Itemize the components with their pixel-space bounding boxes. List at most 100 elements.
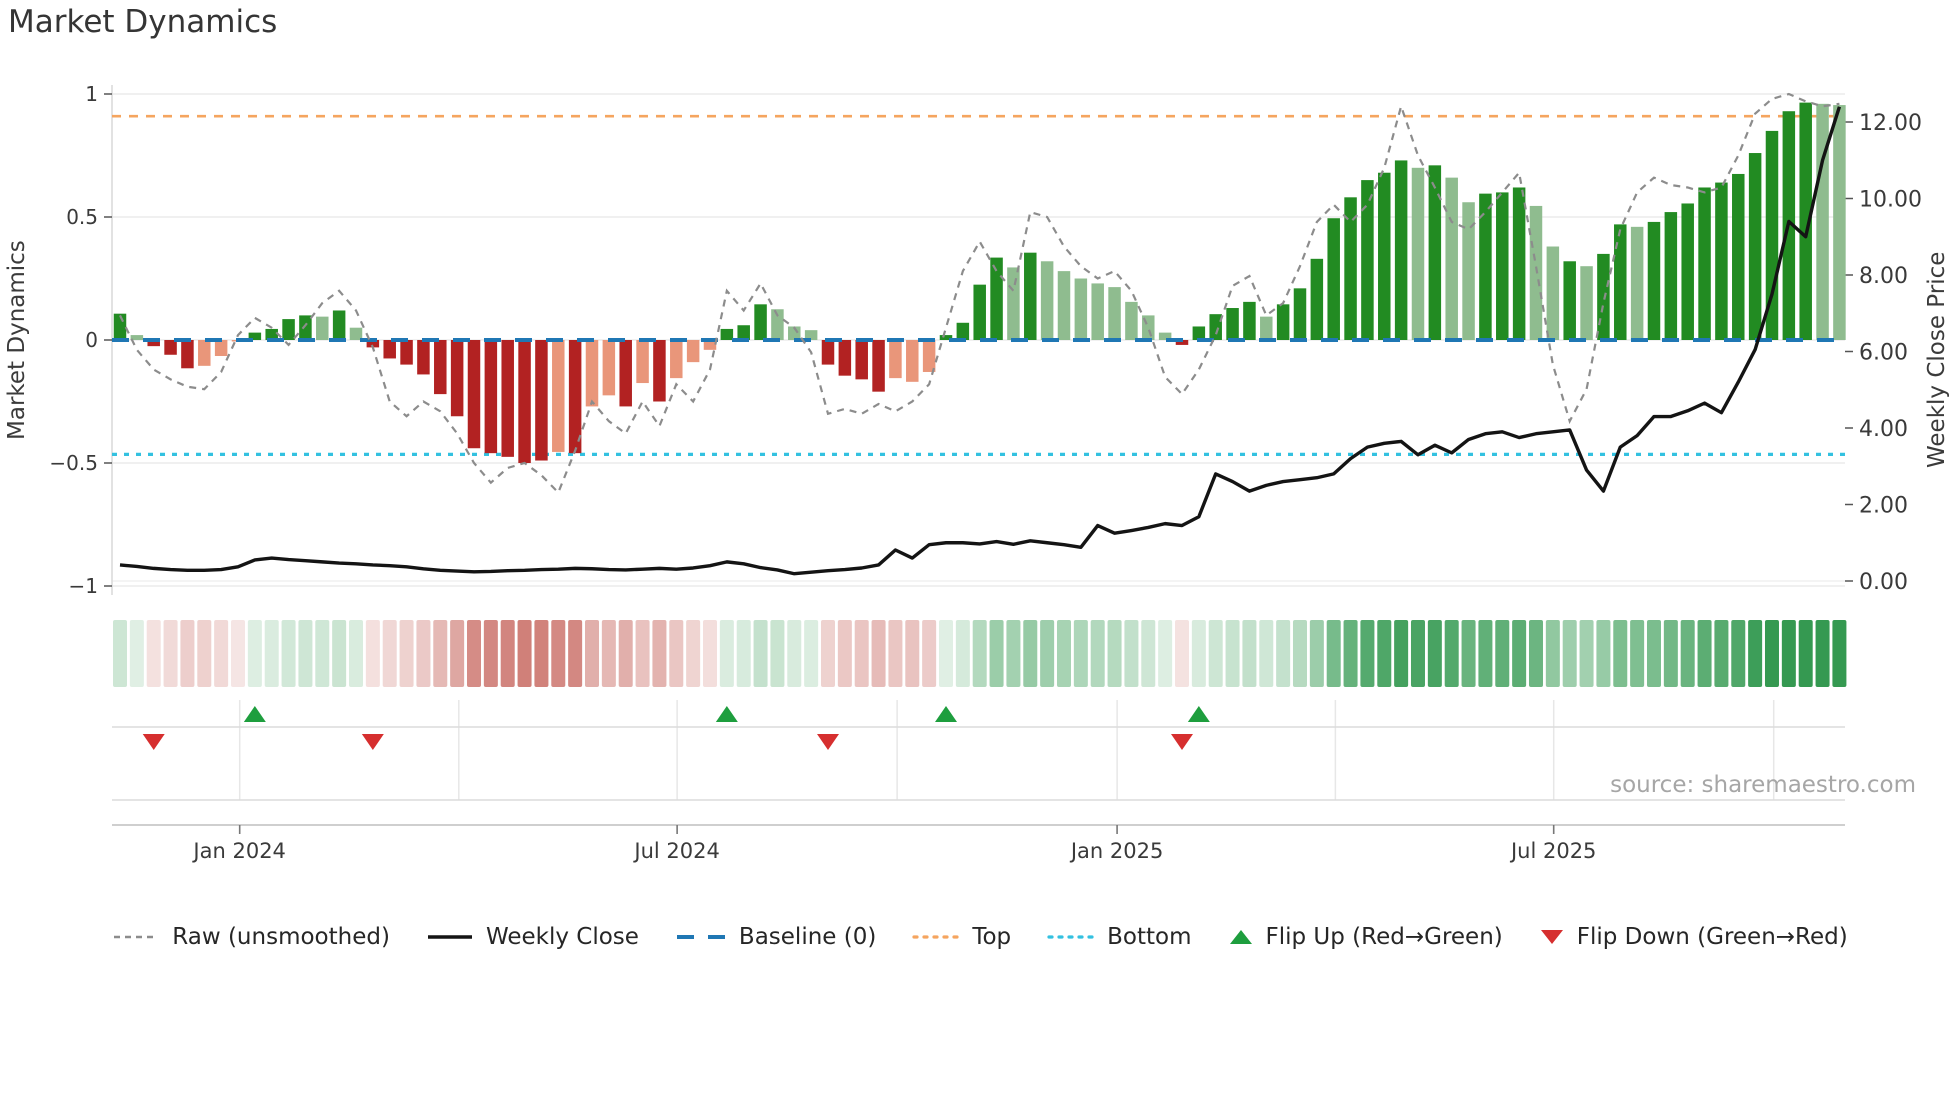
legend-label: Raw (unsmoothed) [172,924,390,950]
heatmap-cell [146,620,161,687]
indicator-bar [383,340,396,359]
heatmap-cell [1124,620,1139,687]
heatmap-cell [854,620,869,687]
legend-item-baseline: Baseline (0) [675,924,876,950]
dotted-line-icon [912,935,960,939]
heatmap-cell [1478,620,1493,687]
heatmap-cell [1832,620,1847,687]
heatmap-cell [348,620,363,687]
heatmap-cell [230,620,245,687]
indicator-bar [1040,261,1054,340]
heatmap-cell [281,620,296,687]
indicator-bar [198,340,211,366]
heatmap-cell [1326,620,1341,687]
indicator-bar [602,340,616,396]
indicator-bar [1108,287,1121,340]
heatmap-cell [1174,620,1189,687]
indicator-bar [619,340,632,407]
indicator-bar [1496,192,1509,340]
heatmap-cell [247,620,262,687]
heatmap-cell [1815,620,1830,687]
dashed-line-icon [114,935,159,939]
heatmap-cell [1107,620,1122,687]
legend-label: Baseline (0) [738,924,877,950]
indicator-bar [164,340,177,355]
flip-up-marker [243,706,266,722]
indicator-bar [636,340,649,384]
right-tick-label: 6.00 [1859,341,1908,366]
indicator-bar [1462,202,1475,340]
indicator-bar [1748,153,1762,340]
indicator-bar [1209,314,1222,340]
indicator-bar [889,340,902,379]
heatmap-cell [1158,620,1173,687]
heatmap-cell [1444,620,1459,687]
indicator-bar [214,340,228,356]
heatmap-cell [601,620,616,687]
heatmap-cell [1495,620,1510,687]
indicator-bar [956,322,970,340]
heatmap-cell [551,620,566,687]
legend-label: Top [972,924,1012,950]
heatmap-cell [1680,620,1695,687]
indicator-bar [1428,165,1442,340]
indicator-bar [1445,177,1458,340]
heatmap-cell [1292,620,1307,687]
indicator-bar [1630,226,1644,340]
heatmap-cell [1141,620,1156,687]
left-tick-label: −1 [69,574,98,598]
indicator-bar [501,340,514,457]
heatmap-cell [1208,620,1223,687]
flip-down-marker [816,734,839,750]
indicator-bar [332,310,346,340]
indicator-bar [1816,103,1829,340]
indicator-bar [585,340,599,407]
heatmap-cell [753,620,768,687]
heatmap-cell [1646,620,1661,687]
flip-down-marker [361,734,384,750]
heatmap-cell [1410,620,1425,687]
heatmap-cell [1394,620,1409,687]
heatmap-cell [483,620,498,687]
heatmap-cell [163,620,178,687]
heatmap-cell [1056,620,1071,687]
legend-label: Flip Down (Green→Red) [1576,924,1848,950]
heatmap-cell [922,620,937,687]
heatmap-cell [365,620,380,687]
indicator-bar [1226,308,1239,340]
indicator-bar [484,340,498,454]
indicator-bar [821,340,835,365]
indicator-bar [400,340,413,365]
indicator-bar [1546,246,1560,340]
heatmap-cell [399,620,414,687]
legend-label: Flip Up (Red→Green) [1265,924,1503,950]
source-credit: source: sharemaestro.com [1610,772,1916,798]
heatmap-cell [264,620,279,687]
triangle-up-icon [1229,930,1252,944]
indicator-bar [535,340,548,461]
indicator-bar [922,340,936,372]
legend-item-flip-down: Flip Down (Green→Red) [1539,924,1848,950]
right-tick-label: 4.00 [1859,417,1908,442]
heatmap-cell [635,620,650,687]
indicator-bar [1698,187,1711,340]
indicator-bar [1647,221,1661,340]
indicator-bar [1091,283,1104,340]
indicator-bar [1664,212,1678,340]
indicator-bar [1057,271,1071,340]
right-tick-label: 12.00 [1859,111,1922,136]
heatmap-cell [618,620,633,687]
legend: Raw (unsmoothed) Weekly Close Baseline (… [0,924,1960,950]
heatmap-cell [332,620,347,687]
heatmap-cell [1731,620,1746,687]
heatmap-cell [214,620,229,687]
heatmap-cell [702,620,717,687]
legend-item-top: Top [912,924,1011,950]
legend-item-flip-up: Flip Up (Red→Green) [1228,924,1503,950]
indicator-bar [316,316,329,340]
right-tick-label: 10.00 [1859,188,1922,213]
long-dash-line-icon [676,935,725,939]
indicator-bar [1310,258,1324,340]
indicator-bar [653,340,666,402]
indicator-bar [1394,160,1408,340]
